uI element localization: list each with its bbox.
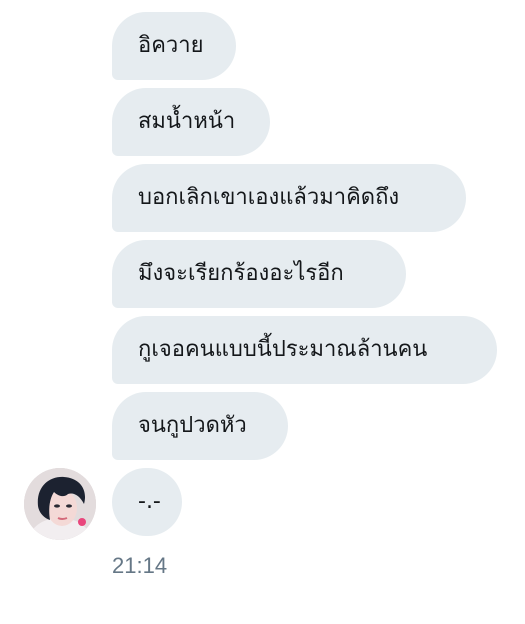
message-bubble[interactable]: บอกเลิกเขาเองแล้วมาคิดถึง <box>112 164 466 232</box>
message-timestamp: 21:14 <box>112 553 168 578</box>
message-bubble[interactable]: กูเจอคนแบบนี้ประมาณล้านคน <box>112 316 497 384</box>
message-bubble[interactable]: อิควาย <box>112 12 236 80</box>
message-bubble[interactable]: จนกูปวดหัว <box>112 392 288 460</box>
message-bubble[interactable]: มึงจะเรียกร้องอะไรอีก <box>112 240 406 308</box>
profile-photo-icon <box>24 468 96 540</box>
message-thread: อิควาย สมน้ำหน้า บอกเลิกเขาเองแล้วมาคิดถ… <box>0 0 525 624</box>
message-bubble[interactable]: สมน้ำหน้า <box>112 88 270 156</box>
sender-avatar[interactable] <box>24 468 96 540</box>
message-bubble[interactable]: -.- <box>112 468 182 536</box>
